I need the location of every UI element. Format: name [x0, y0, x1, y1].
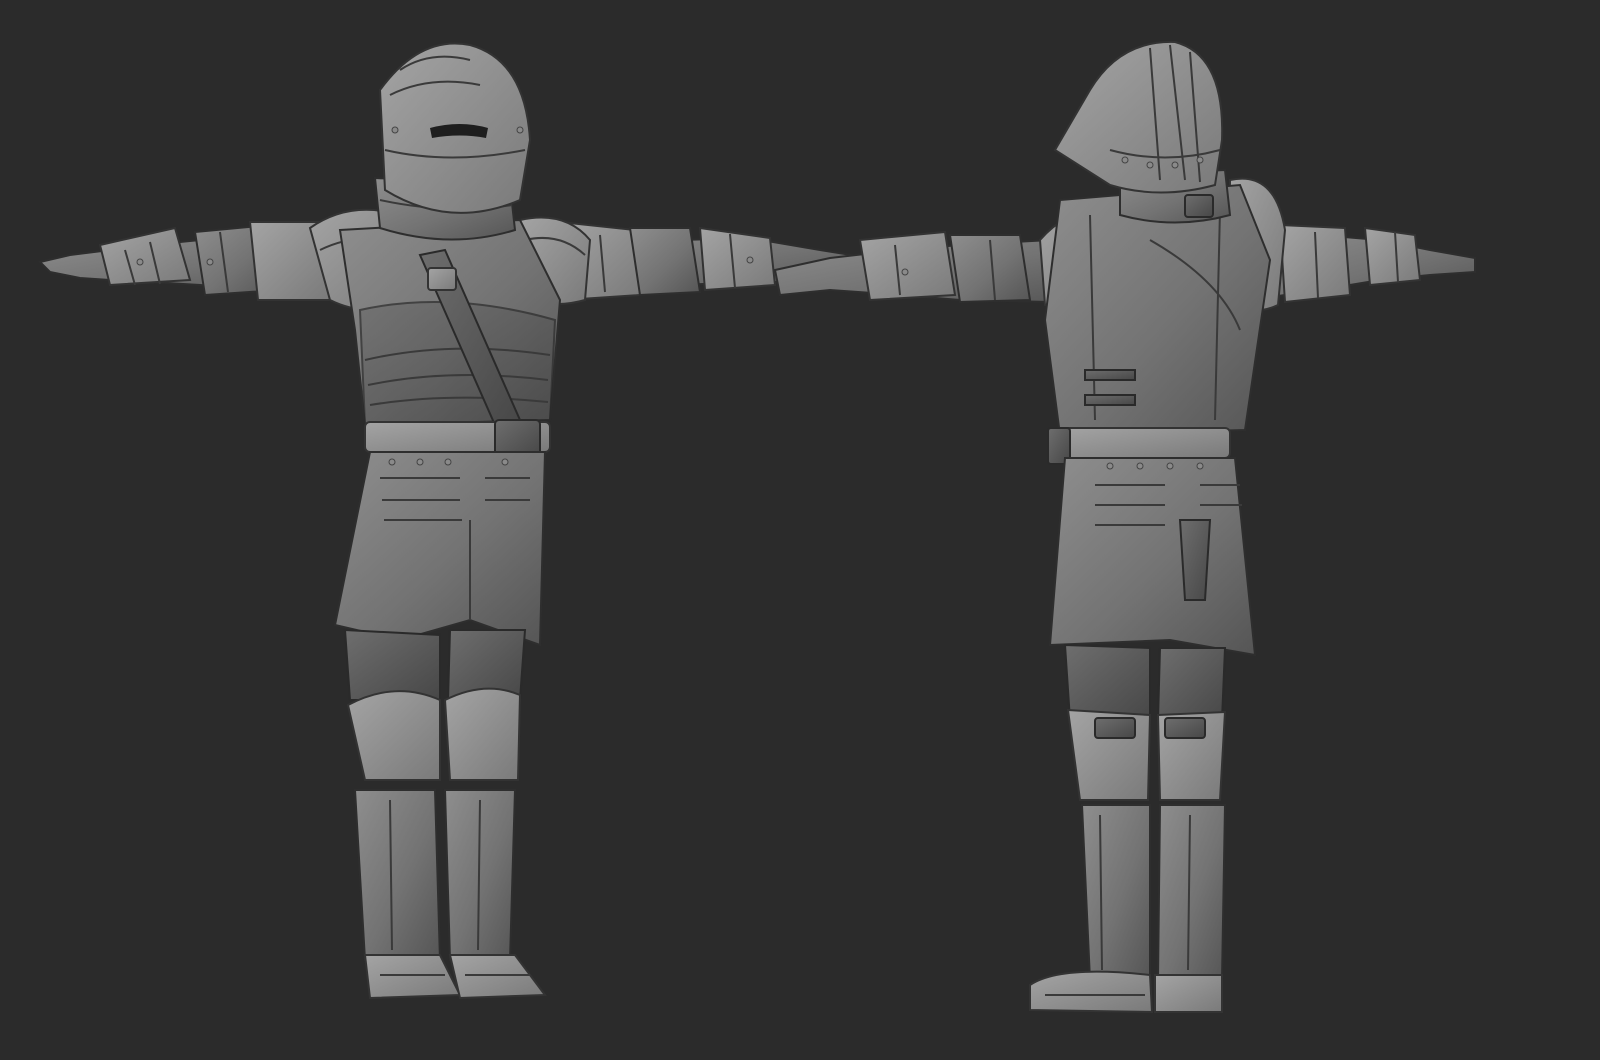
knight-back-left-arm — [773, 230, 1081, 304]
viewport-canvas — [38, 40, 1476, 1014]
knight-front-left-arm — [38, 221, 332, 301]
knight-front-model[interactable] — [38, 42, 871, 1000]
knight-front-tasset — [333, 451, 547, 647]
knight-back-tasset — [1048, 457, 1257, 657]
knight-back-legs — [1029, 643, 1227, 1014]
knight-front-legs — [343, 628, 547, 1000]
knight-back-helmet — [1053, 40, 1224, 194]
knight-back-model[interactable] — [773, 40, 1476, 1014]
3d-viewport[interactable] — [0, 0, 1600, 1060]
knight-back-belt — [1054, 427, 1231, 459]
knight-front-helmet — [378, 42, 532, 214]
